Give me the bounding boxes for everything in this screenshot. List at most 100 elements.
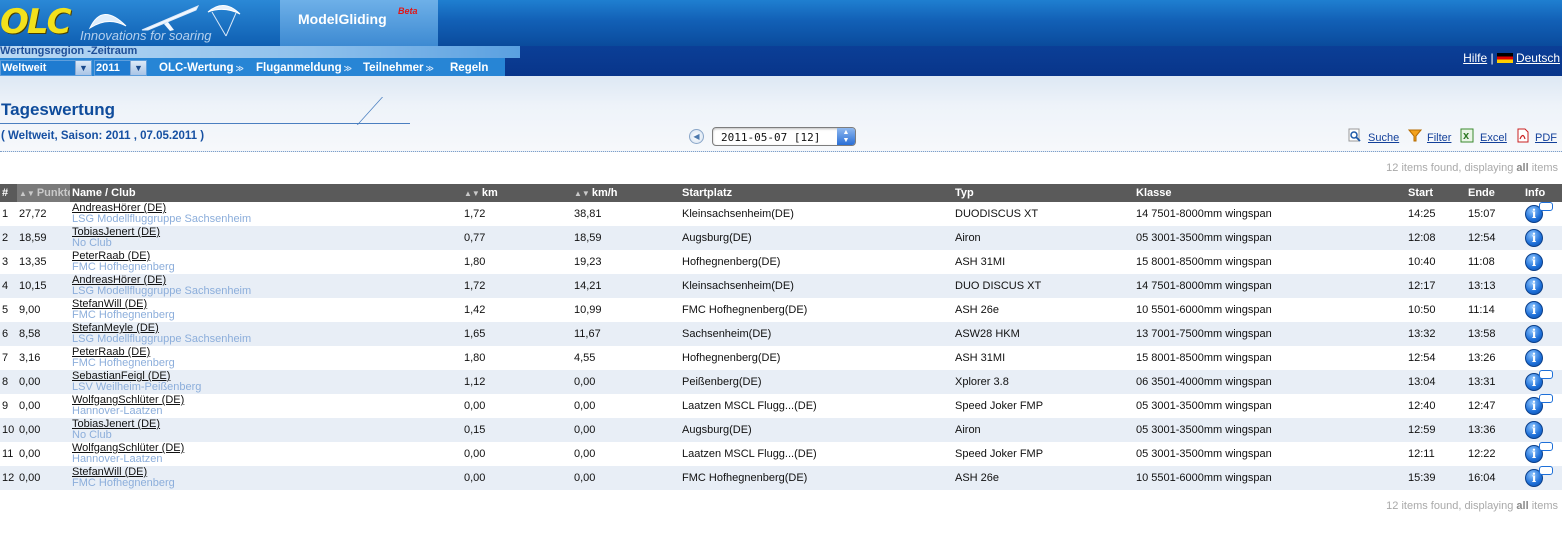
hang-glider-icon [88,14,127,30]
cell-info: i [1523,322,1562,346]
navbar-right-background [505,46,1562,76]
cell-points: 27,72 [17,202,70,226]
pdf-link[interactable]: PDF [1535,132,1557,144]
year-select[interactable]: 2011 ▼ [94,60,147,76]
olc-logo[interactable]: OLC Innovations for soaring [0,0,280,46]
info-icon[interactable]: i [1525,394,1553,415]
cell-start: 10:50 [1406,298,1466,322]
cell-ende: 11:08 [1466,250,1523,274]
cell-startplatz: Laatzen MSCL Flugg...(DE) [680,442,953,466]
previous-day-icon[interactable]: ◀ [689,129,704,144]
cell-name-club: WolfgangSchlüter (DE) Hannover-Laatzen [70,394,462,418]
cell-kmh: 10,99 [572,298,680,322]
info-icon[interactable]: i [1525,301,1543,319]
info-icon[interactable]: i [1525,202,1553,223]
cell-klasse: 15 8001-8500mm wingspan [1134,346,1406,370]
tab-modelgliding-label: ModelGliding [298,11,387,27]
cell-kmh: 0,00 [572,418,680,442]
info-icon[interactable]: i [1525,253,1543,271]
nav-item-olc-wertung[interactable]: OLC-Wertung ≫ [159,62,244,74]
nav-item-fluganmeldung[interactable]: Fluganmeldung ≫ [256,62,352,74]
info-icon[interactable]: i [1525,370,1553,391]
column-header-klasse[interactable]: Klasse [1134,184,1406,202]
table-row: 8 0,00 SebastianFeigl (DE) LSV Weilheim-Pei… [0,370,1562,394]
info-icon[interactable]: i [1525,466,1553,487]
table-header-row: # ▲▼ Punkte Name / Club ▲▼ km ▲▼ km/h Start… [0,184,1562,202]
region-select[interactable]: Weltweit ▼ [0,60,92,76]
cell-start: 12:54 [1406,346,1466,370]
cell-rank: 4 [0,274,17,298]
cell-startplatz: Peißenberg(DE) [680,370,953,394]
cell-startplatz: Augsburg(DE) [680,226,953,250]
column-header-typ[interactable]: Typ [953,184,1134,202]
table-row: 10 0,00 TobiasJenert (DE) No Club 0,15 0,00 Au… [0,418,1562,442]
info-icon[interactable]: i [1525,229,1543,247]
comment-bubble-icon [1539,202,1553,211]
language-link[interactable]: Deutsch [1516,51,1560,65]
cell-ende: 16:04 [1466,466,1523,490]
table-row: 7 3,16 PeterRaab (DE) FMC Hofhegnenberg 1,80… [0,346,1562,370]
pilot-link[interactable]: TobiasJenert (DE) [72,227,462,238]
cell-typ: Airon [953,226,1134,250]
chevron-down-icon[interactable]: ▼ [75,61,91,75]
column-header-name-club[interactable]: Name / Club [70,184,462,202]
column-header-points[interactable]: ▲▼ Punkte [17,184,70,202]
column-header-km[interactable]: ▲▼ km [462,184,572,202]
chevron-down-icon[interactable]: ▼ [130,61,146,75]
info-icon[interactable]: i [1525,349,1543,367]
pdf-file-icon[interactable] [1516,128,1530,143]
chevron-down-icon: ≫ [235,64,244,73]
cell-name-club: WolfgangSchlüter (DE) Hannover-Laatzen [70,442,462,466]
cell-kmh: 14,21 [572,274,680,298]
column-header-start[interactable]: Start [1406,184,1466,202]
club-name: No Club [72,237,112,249]
cell-rank: 3 [0,250,17,274]
help-link[interactable]: Hilfe [1463,51,1487,65]
cell-km: 0,00 [462,466,572,490]
club-name: FMC Hofhegnenberg [72,309,175,321]
filter-funnel-icon[interactable] [1408,128,1422,143]
glider-plane-icon [141,5,200,31]
column-header-startplatz[interactable]: Startplatz [680,184,953,202]
pilot-link[interactable]: TobiasJenert (DE) [72,419,462,430]
cell-info: i [1523,442,1562,466]
sort-arrows-icon: ▲▼ [19,189,35,198]
excel-link[interactable]: Excel [1480,132,1507,144]
tab-modelgliding[interactable]: ModelGliding Beta [280,0,438,46]
excel-file-icon[interactable]: X [1460,128,1474,143]
info-icon[interactable]: i [1525,277,1543,295]
magnifier-icon[interactable] [1348,128,1362,143]
date-select[interactable]: 2011-05-07 [12] ▲ ▼ [712,127,856,146]
cell-kmh: 0,00 [572,394,680,418]
cell-start: 12:17 [1406,274,1466,298]
cell-rank: 10 [0,418,17,442]
result-count-prefix: 12 items found, displaying [1386,500,1514,512]
column-header-rank[interactable]: # [0,184,17,202]
result-count-bold: all [1516,162,1529,174]
title-area: Tageswertung ( Weltweit, Saison: 2011 , … [0,76,1562,152]
cell-kmh: 0,00 [572,442,680,466]
cell-ende: 13:58 [1466,322,1523,346]
nav-item-teilnehmer[interactable]: Teilnehmer ≫ [363,62,434,74]
page-subtitle: ( Weltweit, Saison: 2011 , 07.05.2011 ) [1,130,205,142]
column-header-kmh[interactable]: ▲▼ km/h [572,184,680,202]
filter-link[interactable]: Filter [1427,132,1451,144]
info-icon[interactable]: i [1525,325,1543,343]
search-link[interactable]: Suche [1368,132,1399,144]
cell-info: i [1523,226,1562,250]
cell-ende: 12:54 [1466,226,1523,250]
result-count-prefix: 12 items found, displaying [1386,162,1514,174]
site-header: OLC Innovations for soaring ModelGliding… [0,0,1562,46]
info-icon[interactable]: i [1525,442,1553,463]
cell-info: i [1523,418,1562,442]
cell-startplatz: Kleinsachsenheim(DE) [680,274,953,298]
info-icon[interactable]: i [1525,421,1543,439]
column-header-ende[interactable]: Ende [1466,184,1523,202]
cell-name-club: PeterRaab (DE) FMC Hofhegnenberg [70,346,462,370]
region-select-value: Weltweit [2,62,47,74]
chevron-down-icon: ≫ [343,64,352,73]
club-name: FMC Hofhegnenberg [72,261,175,273]
nav-item-regeln[interactable]: Regeln [450,62,488,74]
cell-start: 12:59 [1406,418,1466,442]
nav-item-label: Teilnehmer [363,62,424,74]
